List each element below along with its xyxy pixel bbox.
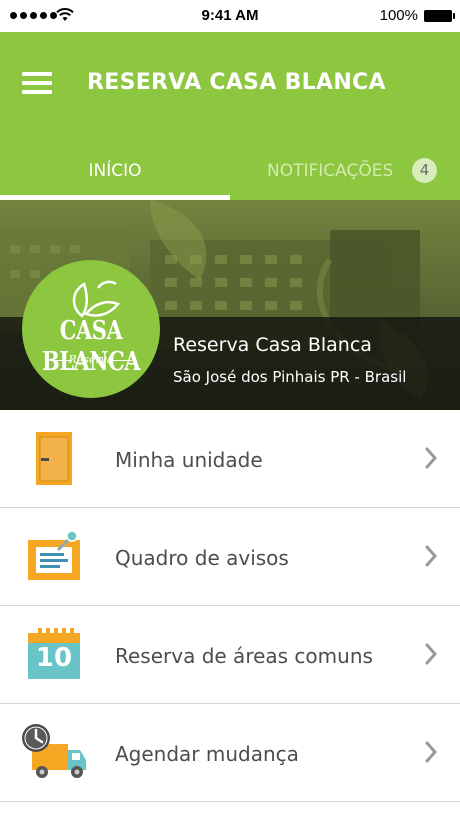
status-bar: 9:41 AM 100% xyxy=(0,0,460,32)
menu-item-agendar-mudanca[interactable]: Agendar mudança xyxy=(0,704,460,802)
hero-banner: CASA BLANCA Reserva Reserva Casa Blanca … xyxy=(0,200,460,410)
tab-inicio[interactable]: INÍCIO xyxy=(0,156,230,200)
condominium-name: Reserva Casa Blanca xyxy=(173,334,372,356)
battery-icon xyxy=(424,10,455,22)
tab-label: INÍCIO xyxy=(88,161,142,181)
chevron-right-icon xyxy=(425,447,438,469)
app-header: RESERVA CASA BLANCA INÍCIO NOTIFICAÇÕES … xyxy=(0,32,460,200)
notice-board-icon xyxy=(28,530,80,580)
menu-item-minha-unidade[interactable]: Minha unidade xyxy=(0,410,460,508)
casa-blanca-logo: CASA BLANCA Reserva xyxy=(22,260,160,398)
moving-truck-icon xyxy=(22,724,86,778)
battery-percent: 100% xyxy=(379,7,418,24)
tab-notificacoes[interactable]: NOTIFICAÇÕES 4 xyxy=(230,156,460,200)
app-title: RESERVA CASA BLANCA xyxy=(87,70,386,95)
menu-item-quadro-de-avisos[interactable]: Quadro de avisos xyxy=(0,508,460,606)
menu-item-label: Quadro de avisos xyxy=(115,546,289,570)
tab-label: NOTIFICAÇÕES xyxy=(267,161,394,181)
menu-item-reserva-areas-comuns[interactable]: 10 Reserva de áreas comuns xyxy=(0,606,460,704)
notification-count-badge: 4 xyxy=(412,158,437,183)
calendar-icon: 10 xyxy=(26,627,82,681)
chevron-right-icon xyxy=(425,643,438,665)
menu-item-label: Minha unidade xyxy=(115,448,263,472)
chevron-right-icon xyxy=(425,545,438,567)
door-icon xyxy=(36,432,72,485)
menu-item-label: Reserva de áreas comuns xyxy=(115,644,373,668)
condominium-location: São José dos Pinhais PR - Brasil xyxy=(173,368,407,386)
logo-subtext: Reserva xyxy=(68,353,114,366)
calendar-day: 10 xyxy=(35,643,73,673)
leaf-icon xyxy=(72,280,121,318)
logo-divider-right xyxy=(110,360,132,361)
main-menu: Minha unidade Quadro de avisos 10 Reserv… xyxy=(0,410,460,802)
menu-item-label: Agendar mudança xyxy=(115,742,299,766)
chevron-right-icon xyxy=(425,741,438,763)
hamburger-menu-icon[interactable] xyxy=(22,72,54,96)
logo-wordmark: CASA BLANCA xyxy=(41,313,141,377)
